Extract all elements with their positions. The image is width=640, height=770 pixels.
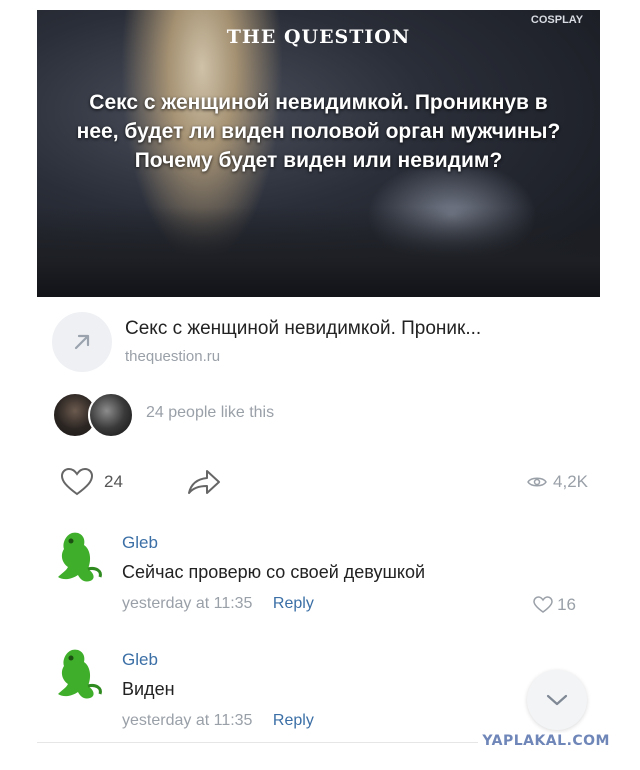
chevron-down-icon — [546, 694, 568, 706]
watermark: YAPLAKAL.COM — [478, 733, 614, 749]
comment-author[interactable]: Gleb — [122, 533, 158, 553]
cosplay-logo: COSPLAY — [528, 14, 586, 52]
eye-icon — [527, 477, 547, 487]
link-domain: thequestion.ru — [125, 348, 221, 365]
reply-button[interactable]: Reply — [273, 595, 314, 612]
liker-avatar[interactable] — [88, 392, 134, 438]
comment-text: Сейчас проверю со своей девушкой — [122, 562, 426, 582]
comment-time: yesterday at 11:35 — [122, 712, 253, 729]
heart-icon[interactable] — [60, 467, 94, 497]
views-counter: 4,2K — [527, 472, 588, 492]
views-count: 4,2K — [553, 472, 588, 491]
hero-ground — [37, 207, 600, 297]
comment-meta: yesterday at 11:35 Reply — [122, 595, 314, 613]
comment-meta: yesterday at 11:35 Reply — [122, 712, 314, 730]
comment-like-button[interactable]: 16 — [533, 595, 576, 615]
comment-text: Виден — [122, 679, 175, 699]
link-attachment[interactable]: Секс с женщиной невидимкой. Проник... th… — [52, 310, 592, 372]
comment-likes-count: 16 — [557, 595, 576, 614]
frog-avatar-icon[interactable] — [52, 646, 112, 706]
arrow-up-right-icon — [52, 312, 112, 372]
heart-icon — [533, 596, 553, 613]
share-icon[interactable] — [186, 467, 222, 497]
reply-button[interactable]: Reply — [273, 712, 314, 729]
post-likes-count[interactable]: 24 — [104, 472, 123, 492]
post-image[interactable]: THE QUESTION COSPLAY Секс с женщиной нев… — [37, 10, 600, 297]
frog-avatar-icon[interactable] — [52, 529, 112, 589]
likers-summary[interactable]: 24 people like this — [52, 392, 452, 438]
link-title[interactable]: Секс с женщиной невидимкой. Проник... — [125, 318, 481, 340]
comment-author[interactable]: Gleb — [122, 650, 158, 670]
post-actions: 24 4,2K — [58, 465, 588, 501]
hero-brand-title: THE QUESTION — [226, 26, 411, 48]
likers-text[interactable]: 24 people like this — [146, 404, 274, 422]
scroll-down-button[interactable] — [527, 670, 587, 730]
comment-time: yesterday at 11:35 — [122, 595, 253, 612]
cosplay-logo-text: COSPLAY — [530, 14, 584, 26]
hero-question-text: Секс с женщиной невидимкой. Проникнув в … — [76, 91, 561, 172]
